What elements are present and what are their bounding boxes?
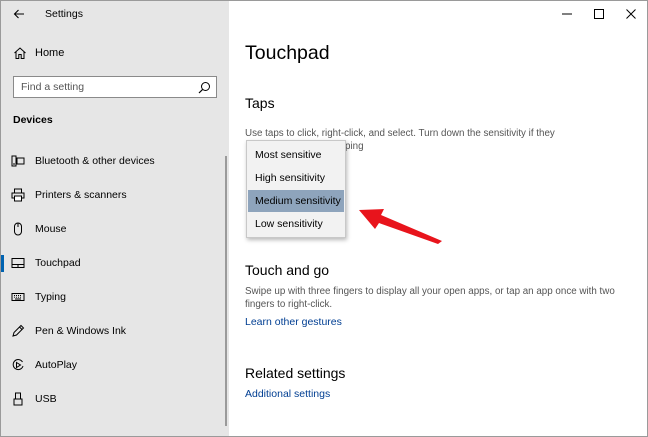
- printer-icon: [11, 188, 25, 202]
- keyboard-icon: [11, 293, 25, 301]
- close-button[interactable]: [615, 1, 647, 27]
- sensitivity-dropdown[interactable]: Most sensitive High sensitivity Medium s…: [246, 140, 346, 238]
- nav-home[interactable]: Home: [1, 41, 229, 65]
- back-button[interactable]: [7, 4, 31, 24]
- sidebar-item-label: Printers & scanners: [35, 189, 127, 201]
- sidebar-item-pen[interactable]: Pen & Windows Ink: [1, 317, 227, 345]
- sidebar-item-label: Pen & Windows Ink: [35, 325, 127, 337]
- sidebar-item-touchpad[interactable]: Touchpad: [1, 249, 227, 277]
- sidebar-item-printers[interactable]: Printers & scanners: [1, 181, 227, 209]
- touch-and-go-description: Swipe up with three fingers to display a…: [245, 286, 615, 310]
- usb-icon: [13, 392, 23, 406]
- page-title: Touchpad: [245, 42, 330, 64]
- taps-heading: Taps: [245, 95, 275, 111]
- title-bar: Settings: [1, 1, 229, 29]
- sidebar-item-label: Mouse: [35, 223, 67, 235]
- close-icon: [626, 9, 636, 19]
- related-settings-heading: Related settings: [245, 365, 346, 381]
- dropdown-option-high-sensitivity[interactable]: High sensitivity: [248, 167, 344, 189]
- minimize-icon: [562, 13, 572, 15]
- search-box[interactable]: [13, 76, 217, 98]
- taps-description-line1: Use taps to click, right-click, and sele…: [245, 128, 555, 139]
- learn-gestures-link[interactable]: Learn other gestures: [245, 316, 342, 328]
- bluetooth-devices-icon: [11, 155, 25, 167]
- dropdown-option-medium-sensitivity[interactable]: Medium sensitivity: [248, 190, 344, 212]
- home-icon: [14, 47, 26, 59]
- settings-window: Settings Home Devices Bluetooth & other …: [0, 0, 648, 437]
- sidebar-item-bluetooth[interactable]: Bluetooth & other devices: [1, 147, 227, 175]
- autoplay-icon: [12, 359, 24, 370]
- maximize-icon: [594, 9, 604, 19]
- sidebar-item-usb[interactable]: USB: [1, 385, 227, 413]
- taps-description: Use taps to click, right-click, and sele…: [245, 127, 625, 152]
- minimize-button[interactable]: [551, 1, 583, 27]
- sidebar-item-mouse[interactable]: Mouse: [1, 215, 227, 243]
- sidebar-item-label: Bluetooth & other devices: [35, 155, 155, 167]
- sidebar-item-label: Typing: [35, 291, 66, 303]
- search-icon[interactable]: [198, 81, 211, 94]
- touch-and-go-heading: Touch and go: [245, 262, 330, 278]
- sidebar-item-autoplay[interactable]: AutoPlay: [1, 351, 227, 379]
- nav-home-label: Home: [35, 47, 65, 59]
- sidebar: Settings Home Devices Bluetooth & other …: [1, 1, 229, 436]
- sidebar-item-label: USB: [35, 393, 57, 405]
- sidebar-item-label: Touchpad: [35, 257, 81, 269]
- maximize-button[interactable]: [583, 1, 615, 27]
- back-arrow-icon: [13, 9, 24, 19]
- section-title-devices: Devices: [13, 114, 53, 126]
- sidebar-scrollbar[interactable]: [225, 156, 227, 426]
- app-title: Settings: [45, 8, 83, 20]
- taps-description-line2: ping: [345, 141, 364, 152]
- search-input[interactable]: [21, 81, 197, 93]
- additional-settings-link[interactable]: Additional settings: [245, 388, 330, 400]
- sidebar-item-label: AutoPlay: [35, 359, 78, 371]
- touchpad-icon: [11, 258, 25, 268]
- dropdown-option-most-sensitive[interactable]: Most sensitive: [248, 144, 344, 166]
- selection-indicator: [1, 255, 4, 272]
- dropdown-option-low-sensitivity[interactable]: Low sensitivity: [248, 213, 344, 235]
- pen-icon: [12, 324, 25, 337]
- window-controls: [551, 1, 647, 27]
- mouse-icon: [14, 222, 22, 236]
- sidebar-item-typing[interactable]: Typing: [1, 283, 227, 311]
